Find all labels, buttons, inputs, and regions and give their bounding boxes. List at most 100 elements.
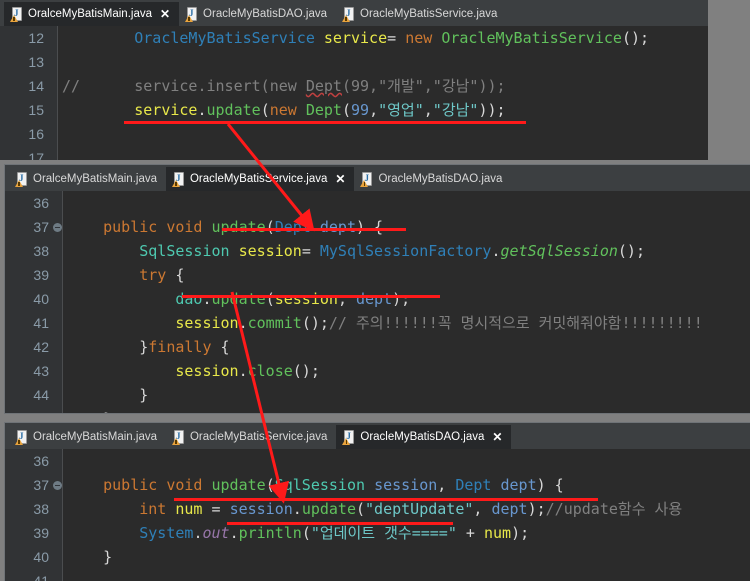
- code-line: 45 }: [5, 407, 750, 413]
- code-token: +: [456, 524, 484, 542]
- java-file-icon: J: [171, 429, 185, 445]
- code-token: Dept: [305, 77, 342, 95]
- code-token: );: [511, 524, 530, 542]
- line-number: 41: [33, 573, 49, 581]
- code-token: public: [103, 476, 158, 494]
- code-token: =: [301, 242, 320, 260]
- code-token: ();: [301, 314, 329, 332]
- line-number: 13: [28, 54, 44, 70]
- code-line: 36: [5, 449, 750, 473]
- code-text: try {: [67, 263, 184, 287]
- java-file-icon: J: [15, 429, 28, 445]
- code-token: //update함수 사용: [545, 500, 683, 518]
- tab-oraclemybatisdao[interactable]: J OracleMyBatisDAO.java: [354, 167, 511, 191]
- tab-oralcemybatismain[interactable]: J OralceMyBatisMain.java: [9, 425, 166, 449]
- code-line: 37 public void update(Dept dept) {: [5, 215, 750, 239]
- code-token: "업데이트 갯수====": [310, 524, 457, 542]
- close-icon[interactable]: ✕: [335, 173, 345, 185]
- code-line: 40 }: [5, 545, 750, 569]
- code-token: int: [139, 500, 167, 518]
- line-number: 42: [33, 339, 49, 355]
- code-text: }finally {: [67, 335, 229, 359]
- code-token: );: [392, 290, 411, 308]
- code-token: ,: [423, 101, 433, 119]
- tab-label: OracleMyBatisDAO.java: [378, 173, 503, 185]
- code-line: 13: [0, 50, 708, 74]
- code-token: }: [67, 386, 149, 404]
- code-token: .: [202, 290, 212, 308]
- line-number: 38: [33, 501, 49, 517]
- fold-collapse-icon[interactable]: [53, 223, 62, 232]
- tabbar-dao: J OralceMyBatisMain.java J OracleMyBatisSer…: [5, 423, 750, 449]
- code-token: (: [265, 290, 275, 308]
- code-text: dao.update(session, dept);: [67, 287, 410, 311]
- code-token: .: [238, 362, 248, 380]
- code-token: SqlSession: [274, 476, 366, 494]
- tab-oralcemybatismain[interactable]: J OralceMyBatisMain.java: [9, 167, 166, 191]
- tab-label: OracleMyBatisService.java: [360, 8, 498, 20]
- code-token: .: [292, 500, 302, 518]
- code-token: "강남": [432, 101, 479, 119]
- code-token: update: [211, 476, 266, 494]
- line-number: 45: [5, 407, 49, 413]
- tab-oraclemybatisservice[interactable]: J OracleMyBatisService.java ✕: [165, 167, 355, 191]
- code-token: close: [247, 362, 293, 380]
- tab-oraclemybatisdao[interactable]: J OracleMyBatisDAO.java: [179, 2, 336, 26]
- code-token: out: [202, 524, 230, 542]
- code-line: 41 session.commit();// 주의!!!!!!꼭 명시적으로 커…: [5, 311, 750, 335]
- code-text: // service.insert(new Dept(99,"개발","강남")…: [62, 74, 506, 98]
- line-number: 39: [33, 525, 49, 541]
- code-token: service: [134, 101, 198, 119]
- code-text: public void update(Dept dept) {: [67, 215, 383, 239]
- code-text: int num = session.update("deptUpdate", d…: [67, 497, 682, 521]
- line-number: 14: [28, 78, 44, 94]
- code-token: void: [166, 476, 203, 494]
- code-token: }: [67, 548, 113, 566]
- code-area-service[interactable]: 36 37 public void update(Dept dept) {38 S…: [5, 191, 750, 413]
- tab-oraclemybatisservice[interactable]: J OracleMyBatisService.java: [336, 2, 506, 26]
- code-lines-main: 12 OracleMyBatisService service= new Ora…: [0, 26, 708, 160]
- code-token: public: [103, 218, 158, 236]
- close-icon[interactable]: ✕: [160, 8, 170, 20]
- tab-oralcemybatismain[interactable]: J OralceMyBatisMain.java ✕: [4, 2, 180, 26]
- code-line: 36: [5, 191, 750, 215]
- code-token: =: [202, 500, 230, 518]
- code-token: OracleMyBatisService: [134, 29, 315, 47]
- code-token: // service.insert(new: [62, 77, 306, 95]
- fold-collapse-icon[interactable]: [53, 481, 62, 490]
- code-token: // 주의!!!!!!꼭 명시적으로 커밋해줘야함!!!!!!!!!: [328, 314, 703, 332]
- code-line: 12 OracleMyBatisService service= new Ora…: [0, 26, 708, 50]
- code-text: }: [67, 545, 112, 569]
- code-token: session: [175, 314, 239, 332]
- code-token: dept: [356, 290, 393, 308]
- code-token: ));: [478, 101, 506, 119]
- tab-oraclemybatisservice[interactable]: J OracleMyBatisService.java: [166, 425, 336, 449]
- code-token: =: [387, 29, 406, 47]
- code-token: dept: [491, 500, 528, 518]
- code-line: 15 service.update(new Dept(99,"영업","강남")…: [0, 98, 708, 122]
- code-text: session.close();: [67, 359, 320, 383]
- code-token: Dept: [455, 476, 492, 494]
- close-icon[interactable]: ✕: [492, 431, 502, 443]
- code-token: OracleMyBatisService: [441, 29, 622, 47]
- code-area-dao[interactable]: 36 37 public void update(SqlSession sessi…: [5, 449, 750, 581]
- tab-oraclemybatisdao[interactable]: J OracleMyBatisDAO.java ✕: [336, 425, 512, 449]
- code-lines-dao: 36 37 public void update(SqlSession sessi…: [5, 449, 750, 581]
- code-area-main[interactable]: 12 OracleMyBatisService service= new Ora…: [0, 26, 708, 160]
- code-token: update: [206, 101, 261, 119]
- java-file-icon: J: [360, 171, 373, 187]
- code-token: update: [301, 500, 356, 518]
- code-token: (: [356, 500, 366, 518]
- line-number: 41: [33, 315, 49, 331]
